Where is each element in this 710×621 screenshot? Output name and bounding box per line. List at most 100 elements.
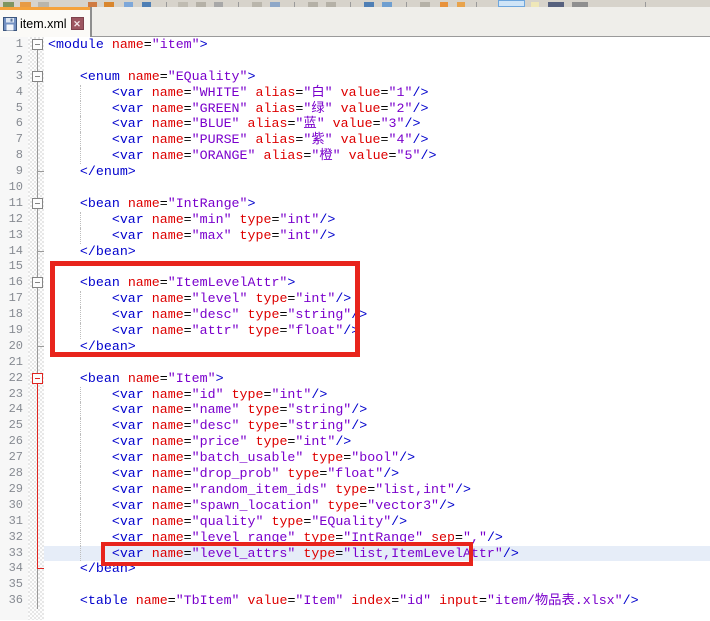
code-line[interactable]: 10: [0, 180, 710, 196]
fold-margin-cell[interactable]: [28, 514, 44, 530]
code-line[interactable]: 31 <var name="quality" type="EQuality"/>: [0, 514, 710, 530]
fold-margin-cell[interactable]: [28, 101, 44, 117]
line-number[interactable]: 10: [0, 180, 28, 196]
code-line[interactable]: 21: [0, 355, 710, 371]
line-number[interactable]: 18: [0, 307, 28, 323]
code-line[interactable]: 16 <bean name="ItemLevelAttr">: [0, 275, 710, 291]
fold-margin-cell[interactable]: [28, 212, 44, 228]
code-text[interactable]: <var name="BLUE" alias="蓝" value="3"/>: [44, 116, 710, 132]
line-number[interactable]: 23: [0, 387, 28, 403]
code-line[interactable]: 6 <var name="BLUE" alias="蓝" value="3"/>: [0, 116, 710, 132]
code-text[interactable]: [44, 577, 710, 593]
code-text[interactable]: <var name="level_range" type="IntRange" …: [44, 530, 710, 546]
line-number[interactable]: 34: [0, 561, 28, 577]
code-text[interactable]: <var name="ORANGE" alias="橙" value="5"/>: [44, 148, 710, 164]
line-number[interactable]: 6: [0, 116, 28, 132]
code-text[interactable]: <bean name="IntRange">: [44, 196, 710, 212]
fold-margin-cell[interactable]: [28, 498, 44, 514]
code-text[interactable]: <var name="level_attrs" type="list,ItemL…: [44, 546, 710, 562]
line-number[interactable]: 31: [0, 514, 28, 530]
fold-toggle-icon[interactable]: [28, 69, 44, 85]
fold-margin-cell[interactable]: [28, 561, 44, 577]
code-text[interactable]: <var name="random_item_ids" type="list,i…: [44, 482, 710, 498]
code-line[interactable]: 32 <var name="level_range" type="IntRang…: [0, 530, 710, 546]
code-line[interactable]: 15: [0, 259, 710, 275]
fold-margin-cell[interactable]: [28, 339, 44, 355]
fold-toggle-icon[interactable]: [28, 371, 44, 387]
code-text[interactable]: </bean>: [44, 561, 710, 577]
fold-margin-cell[interactable]: [28, 291, 44, 307]
code-text[interactable]: [44, 180, 710, 196]
fold-margin-cell[interactable]: [28, 228, 44, 244]
line-number[interactable]: 35: [0, 577, 28, 593]
tab-item-xml[interactable]: item.xml ✕: [0, 7, 92, 37]
code-line[interactable]: 12 <var name="min" type="int"/>: [0, 212, 710, 228]
fold-margin-cell[interactable]: [28, 402, 44, 418]
fold-toggle-icon[interactable]: [28, 196, 44, 212]
code-line[interactable]: 5 <var name="GREEN" alias="绿" value="2"/…: [0, 101, 710, 117]
code-text[interactable]: <var name="desc" type="string"/>: [44, 307, 710, 323]
code-line[interactable]: 7 <var name="PURSE" alias="紫" value="4"/…: [0, 132, 710, 148]
code-line[interactable]: 1 <module name="item">: [0, 37, 710, 53]
fold-margin-cell[interactable]: [28, 466, 44, 482]
line-number[interactable]: 24: [0, 402, 28, 418]
code-line[interactable]: 4 <var name="WHITE" alias="白" value="1"/…: [0, 85, 710, 101]
code-text[interactable]: <var name="drop_prob" type="float"/>: [44, 466, 710, 482]
line-number[interactable]: 8: [0, 148, 28, 164]
fold-margin-cell[interactable]: [28, 53, 44, 69]
line-number[interactable]: 3: [0, 69, 28, 85]
code-line[interactable]: 36 <table name="TbItem" value="Item" ind…: [0, 593, 710, 609]
line-number[interactable]: 1: [0, 37, 28, 53]
code-text[interactable]: <module name="item">: [44, 37, 710, 53]
line-number[interactable]: 7: [0, 132, 28, 148]
fold-margin-cell[interactable]: [28, 418, 44, 434]
code-text[interactable]: <var name="max" type="int"/>: [44, 228, 710, 244]
code-line[interactable]: 30 <var name="spawn_location" type="vect…: [0, 498, 710, 514]
line-number[interactable]: 33: [0, 546, 28, 562]
code-line[interactable]: 28 <var name="drop_prob" type="float"/>: [0, 466, 710, 482]
fold-margin-cell[interactable]: [28, 577, 44, 593]
code-line[interactable]: 8 <var name="ORANGE" alias="橙" value="5"…: [0, 148, 710, 164]
code-line[interactable]: 22 <bean name="Item">: [0, 371, 710, 387]
line-number[interactable]: 2: [0, 53, 28, 69]
code-text[interactable]: <var name="spawn_location" type="vector3…: [44, 498, 710, 514]
tab-close-icon[interactable]: ✕: [71, 17, 84, 30]
fold-margin-cell[interactable]: [28, 530, 44, 546]
code-text[interactable]: [44, 53, 710, 69]
fold-margin-cell[interactable]: [28, 85, 44, 101]
line-number[interactable]: 5: [0, 101, 28, 117]
fold-margin-cell[interactable]: [28, 546, 44, 562]
fold-margin-cell[interactable]: [28, 323, 44, 339]
code-text[interactable]: <var name="id" type="int"/>: [44, 387, 710, 403]
line-number[interactable]: 30: [0, 498, 28, 514]
code-line[interactable]: 11 <bean name="IntRange">: [0, 196, 710, 212]
line-number[interactable]: 26: [0, 434, 28, 450]
fold-margin-cell[interactable]: [28, 244, 44, 260]
line-number[interactable]: 17: [0, 291, 28, 307]
code-line[interactable]: 2: [0, 53, 710, 69]
line-number[interactable]: 14: [0, 244, 28, 260]
code-text[interactable]: </bean>: [44, 244, 710, 260]
fold-margin-cell[interactable]: [28, 450, 44, 466]
code-text[interactable]: <var name="WHITE" alias="白" value="1"/>: [44, 85, 710, 101]
fold-margin-cell[interactable]: [28, 259, 44, 275]
fold-margin-cell[interactable]: [28, 434, 44, 450]
line-number[interactable]: 22: [0, 371, 28, 387]
fold-margin-cell[interactable]: [28, 116, 44, 132]
code-text[interactable]: <var name="GREEN" alias="绿" value="2"/>: [44, 101, 710, 117]
code-text[interactable]: <var name="price" type="int"/>: [44, 434, 710, 450]
fold-margin-cell[interactable]: [28, 307, 44, 323]
fold-margin-cell[interactable]: [28, 593, 44, 609]
code-line[interactable]: 35: [0, 577, 710, 593]
code-line[interactable]: 29 <var name="random_item_ids" type="lis…: [0, 482, 710, 498]
code-text[interactable]: <var name="quality" type="EQuality"/>: [44, 514, 710, 530]
line-number[interactable]: 12: [0, 212, 28, 228]
code-line[interactable]: 26 <var name="price" type="int"/>: [0, 434, 710, 450]
line-number[interactable]: 4: [0, 85, 28, 101]
line-number[interactable]: 13: [0, 228, 28, 244]
line-number[interactable]: 19: [0, 323, 28, 339]
code-line[interactable]: 25 <var name="desc" type="string"/>: [0, 418, 710, 434]
line-number[interactable]: 20: [0, 339, 28, 355]
code-text[interactable]: <var name="attr" type="float"/>: [44, 323, 710, 339]
code-text[interactable]: <table name="TbItem" value="Item" index=…: [44, 593, 710, 609]
